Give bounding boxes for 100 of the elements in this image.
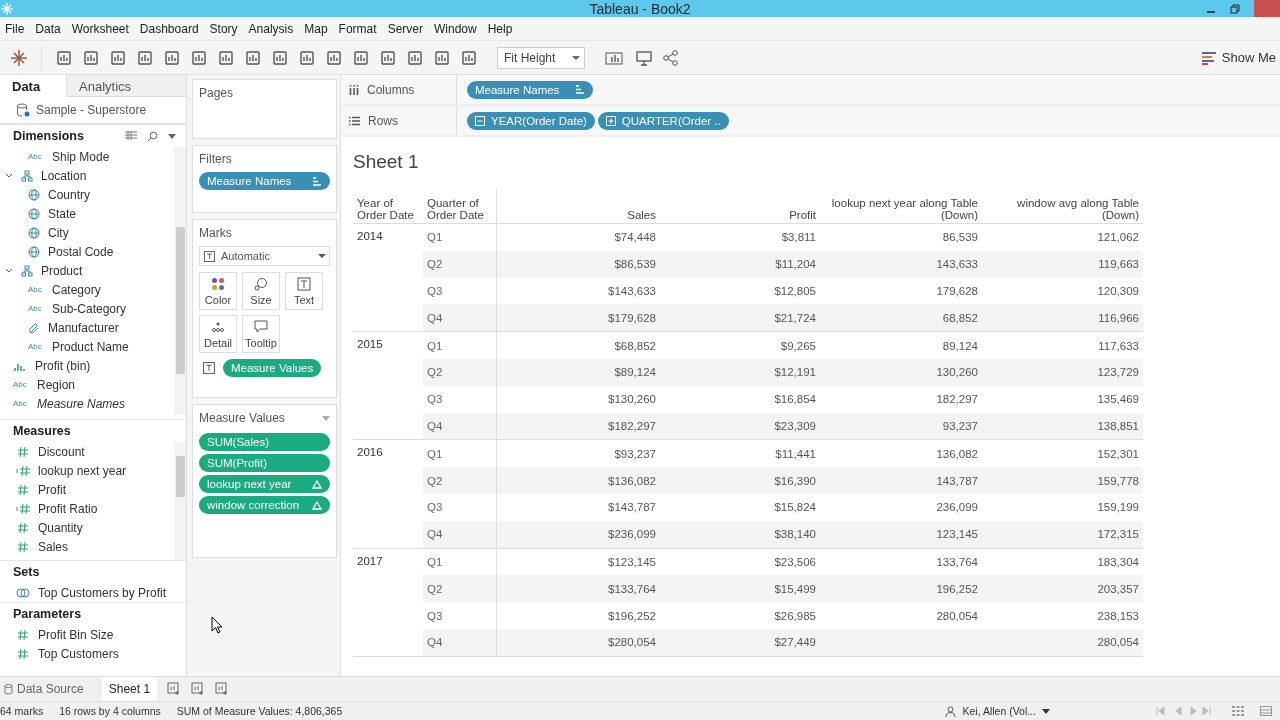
menu-item[interactable]: File — [0, 21, 31, 36]
menu-item[interactable]: Server — [382, 21, 429, 36]
field-name[interactable]: lookup next year — [38, 463, 127, 478]
table-cell: 143,633 — [936, 258, 978, 271]
field-name[interactable]: Manufacturer — [48, 320, 119, 335]
table-cell-text: $11,204 — [774, 258, 817, 271]
field-name[interactable]: Postal Code — [48, 244, 114, 259]
field-name[interactable]: Sales — [38, 539, 69, 554]
table-cell: 93,237 — [942, 419, 978, 432]
field-name[interactable]: Product Name — [52, 339, 129, 354]
field-name[interactable]: Product — [41, 263, 83, 278]
filter-pill[interactable]: Measure Names — [199, 172, 330, 190]
field-name[interactable]: City — [48, 225, 69, 240]
marks-card-button[interactable]: Size — [242, 272, 280, 310]
fit-dropdown[interactable]: Fit Height — [497, 46, 585, 69]
mouse-cursor-icon — [211, 616, 223, 634]
table-cell: Q3 — [423, 602, 497, 629]
window-title: Tableau - Book2 — [589, 0, 691, 17]
table-cell: 143,787 — [936, 474, 978, 487]
status-text: 64 marks — [0, 705, 44, 717]
sheet-tab[interactable]: Sheet 1 — [101, 677, 158, 701]
table-cell: Q3 — [423, 385, 497, 413]
column-header: Sales — [626, 209, 657, 223]
menu-item[interactable]: Map — [299, 21, 334, 36]
field-name[interactable]: Discount — [38, 444, 85, 459]
scrollbar[interactable] — [174, 147, 186, 415]
table-cell-text: $3,811 — [780, 231, 817, 244]
table-cell-text: $130,260 — [607, 393, 657, 406]
pane-tab[interactable]: Analytics — [66, 75, 186, 97]
field-name[interactable]: Top Customers by Profit — [38, 585, 167, 600]
table-cell: 133,764 — [936, 555, 978, 568]
marks-card-button[interactable]: Detail — [199, 315, 237, 353]
expand-caret-icon[interactable] — [5, 267, 13, 274]
datasource-name[interactable]: Sample - Superstore — [36, 103, 147, 117]
field-name[interactable]: Quantity — [38, 520, 83, 535]
search-icon[interactable] — [147, 130, 158, 142]
marks-card-button[interactable]: Text — [285, 272, 323, 310]
table-cell: 172,315 — [1097, 528, 1139, 541]
field-name[interactable]: Region — [37, 377, 76, 392]
shelf-pill[interactable]: Measure Names — [467, 80, 593, 99]
show-me-button[interactable]: Show Me — [1200, 50, 1280, 65]
table-cell-text: 2017 — [356, 553, 384, 569]
field-name[interactable]: Category — [52, 282, 101, 297]
expand-icon[interactable] — [605, 115, 616, 126]
table-cell-text: $280,054 — [607, 636, 657, 649]
table-cell: Q4 — [423, 628, 497, 656]
table-cell: 138,851 — [1097, 419, 1139, 432]
new-story-icon[interactable] — [215, 682, 230, 696]
collapse-icon[interactable] — [475, 115, 485, 126]
scrollbar[interactable] — [174, 442, 186, 560]
user-menu[interactable]: Kei, Allen (Vol... — [945, 705, 1050, 717]
restore-icon[interactable] — [1230, 3, 1240, 14]
table-cell-text: $38,140 — [773, 528, 817, 541]
menu-item[interactable]: Dashboard — [134, 21, 205, 36]
table-cell-text: $16,854 — [773, 393, 817, 406]
globe-icon — [28, 207, 40, 220]
menu-item[interactable]: Window — [428, 21, 483, 36]
shelf-pill[interactable]: QUARTER(Order .. — [597, 111, 729, 130]
marks-card-button[interactable]: Tooltip — [242, 315, 280, 353]
mark-type-dropdown[interactable]: Automatic — [199, 246, 330, 266]
table-cell-text: $12,191 — [773, 366, 817, 379]
text-icon — [297, 276, 311, 291]
table-cell-text: $15,499 — [773, 582, 817, 595]
table-cell: 238,153 — [1097, 609, 1139, 622]
sheet-tab[interactable]: Data Source — [4, 677, 92, 701]
table-cell-text: $74,448 — [613, 231, 657, 244]
field-name[interactable]: Sub-Category — [52, 301, 127, 316]
dropdown-icon[interactable] — [168, 133, 176, 139]
menu-item[interactable]: Story — [204, 21, 244, 36]
menu-item[interactable]: Data — [30, 21, 67, 36]
new-worksheet-icon[interactable] — [167, 682, 182, 696]
field-name[interactable]: Location — [41, 168, 87, 183]
shelf-pill[interactable]: YEAR(Order Date) — [467, 111, 595, 130]
field-name[interactable]: Ship Mode — [52, 149, 110, 164]
field-name[interactable]: Country — [48, 187, 91, 202]
film-strip-icon[interactable] — [1260, 706, 1272, 716]
field-name[interactable]: Profit Ratio — [38, 501, 98, 516]
field-name[interactable]: Profit — [38, 482, 66, 497]
list-view-icon[interactable] — [125, 131, 137, 141]
field-name[interactable]: Measure Names — [37, 396, 126, 411]
table-cell-text: $123,145 — [607, 555, 657, 568]
expand-caret-icon[interactable] — [5, 172, 13, 179]
field-name[interactable]: State — [48, 206, 77, 221]
section-title: Measures — [13, 424, 71, 438]
menu-item[interactable]: Worksheet — [66, 21, 135, 36]
field-name[interactable]: Top Customers — [38, 646, 119, 661]
menu-item[interactable]: Help — [482, 21, 519, 36]
table-cell: 123,145 — [936, 528, 978, 541]
status-text: SUM of Measure Values: 4,806,365 — [176, 705, 343, 717]
menu-item[interactable]: Format — [333, 21, 383, 36]
share-icon[interactable] — [662, 48, 680, 67]
field-name[interactable]: Profit (bin) — [35, 358, 91, 373]
table-cell: 121,062 — [1097, 231, 1139, 244]
presentation-icon[interactable] — [635, 48, 653, 67]
menu-item[interactable]: Analysis — [243, 21, 300, 36]
field-name[interactable]: Profit Bin Size — [38, 627, 114, 642]
grid-view-icon[interactable] — [1232, 706, 1244, 716]
new-dashboard-icon[interactable] — [191, 682, 206, 696]
marks-card-button[interactable]: Color — [199, 272, 237, 310]
card-title: Pages — [199, 86, 235, 100]
